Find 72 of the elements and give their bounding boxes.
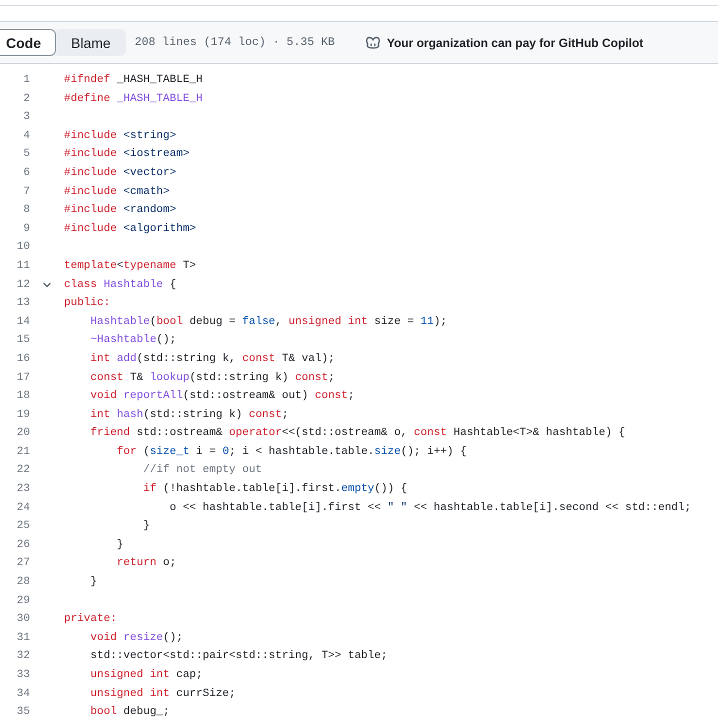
line-number: 10 xyxy=(16,240,30,256)
code-line: unsigned int cap; xyxy=(89,668,203,683)
robot-icon xyxy=(364,36,381,50)
line-number: 15 xyxy=(16,333,30,348)
view-tab[interactable]: Blame xyxy=(56,29,126,56)
line-number: 22 xyxy=(16,463,30,478)
copilot-notice: Your organization can pay for GitHub Copilot xyxy=(386,36,644,50)
code-line: #include <vector> xyxy=(64,166,176,181)
line-number: 19 xyxy=(16,408,30,423)
code-line: #define _HASH_TABLE_H xyxy=(64,92,203,107)
line-number: 9 xyxy=(22,222,30,237)
line-number: 30 xyxy=(16,612,30,628)
line-number: 20 xyxy=(16,426,30,442)
code-line: bool debug_; xyxy=(89,705,170,720)
code-line: template<typename T> xyxy=(64,258,196,274)
line-number: 5 xyxy=(22,147,30,162)
code-line: class Hashtable { xyxy=(64,278,176,293)
line-number: 2 xyxy=(22,92,30,107)
code-line: } xyxy=(142,519,150,534)
line-number: 1 xyxy=(22,73,30,88)
line-number: 12 xyxy=(16,278,30,293)
code-line: std::vector<std::pair<std::string, T>> table; xyxy=(89,649,388,664)
code-line: #ifndef _HASH_TABLE_H xyxy=(64,73,203,88)
line-number: 8 xyxy=(22,203,30,218)
line-number: 28 xyxy=(16,575,30,590)
code-line: return o; xyxy=(116,556,176,572)
code-line: private: xyxy=(64,612,117,628)
code-line: } xyxy=(116,538,124,553)
line-number: 32 xyxy=(16,649,30,664)
code-line: for (size_t i = 0; i < hashtable.table.size(); i++) { xyxy=(116,444,467,460)
file-info: 208 lines (174 loc) · 5.35 KB xyxy=(134,36,335,49)
line-number: 18 xyxy=(16,389,30,404)
code-line: void resize(); xyxy=(89,630,183,646)
code-line: #include <algorithm> xyxy=(64,222,196,237)
line-number: 25 xyxy=(16,519,30,534)
code-line: #include <cmath> xyxy=(64,184,170,200)
code-line: } xyxy=(89,575,98,590)
line-number: 33 xyxy=(16,668,30,683)
line-number: 27 xyxy=(16,556,30,572)
line-number: 11 xyxy=(16,258,30,274)
line-number: 24 xyxy=(16,500,30,516)
code-line: if (!hashtable.table[i].first.empty()) { xyxy=(142,482,408,498)
code-line: const T& lookup(std::string k) const; xyxy=(89,370,335,386)
code-line: unsigned int currSize; xyxy=(89,686,236,702)
code-line: o << hashtable.table[i].first << " " << hashtable.table[i].second << std::endl; xyxy=(168,500,692,516)
code-line: int add(std::string k, const T& val); xyxy=(89,352,335,367)
line-number: 14 xyxy=(16,314,30,330)
line-number: 3 xyxy=(22,110,30,126)
line-number: 29 xyxy=(16,594,30,609)
code-line: friend std::ostream& operator<<(std::ostream& o, const Hashtable<T>& hashtable) { xyxy=(89,426,626,442)
code-line: void reportAll(std::ostream& out) const; xyxy=(89,389,354,404)
code-line: #include <string> xyxy=(64,128,176,144)
line-number: 21 xyxy=(16,444,30,460)
code-line: Hashtable(bool debug = false, unsigned int size = 11); xyxy=(89,314,447,330)
code-line: #include <random> xyxy=(64,203,176,218)
line-number: 23 xyxy=(16,482,30,498)
line-number: 4 xyxy=(22,128,30,144)
code-line: int hash(std::string k) const; xyxy=(89,408,288,423)
line-number: 31 xyxy=(16,630,30,646)
code-line: ~Hashtable(); xyxy=(89,333,176,348)
line-number: 34 xyxy=(16,686,30,702)
line-number: 7 xyxy=(22,184,30,200)
code-line: //if not empty out xyxy=(142,463,262,478)
code-line: public: xyxy=(64,296,110,312)
line-number: 6 xyxy=(22,166,30,181)
line-number: 16 xyxy=(16,352,30,367)
line-number: 13 xyxy=(16,296,30,312)
line-number: 35 xyxy=(16,705,30,720)
line-number: 17 xyxy=(16,370,30,386)
view-tab[interactable]: Code xyxy=(0,29,56,56)
line-number: 26 xyxy=(16,538,30,553)
code-line: #include <iostream> xyxy=(64,147,190,162)
